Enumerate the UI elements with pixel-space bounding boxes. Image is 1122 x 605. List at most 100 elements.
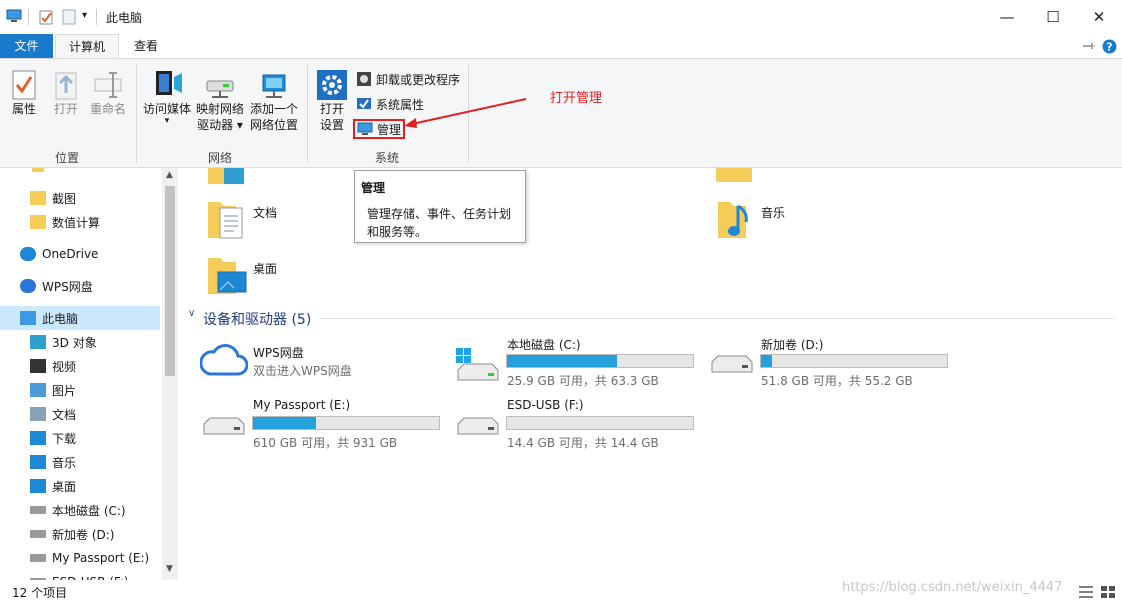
- group-label-network: 网络: [208, 151, 233, 165]
- map-drive-label-1: 映射网络: [195, 102, 244, 116]
- network-location-icon: [262, 74, 286, 98]
- open-label: 打开: [53, 102, 78, 116]
- drive-name: 本地磁盘 (C:): [507, 338, 581, 352]
- drive-icon: [30, 554, 46, 562]
- sidebar-item[interactable]: 下载: [0, 426, 160, 450]
- device-drive-f[interactable]: ESD-USB (F:) 14.4 GB 可用，共 14.4 GB: [454, 398, 704, 450]
- computer-icon: [20, 311, 36, 325]
- sidebar-item[interactable]: 桌面: [0, 474, 160, 498]
- tooltip-line: 和服务等。: [367, 225, 428, 239]
- sidebar-item[interactable]: My Passport (E:): [0, 546, 160, 570]
- scrollbar-thumb[interactable]: [165, 186, 175, 376]
- drive-name: WPS网盘: [253, 346, 304, 360]
- drive-name: My Passport (E:): [253, 398, 351, 412]
- sidebar-item-label: OneDrive: [42, 247, 99, 261]
- drive-usage-fill: [507, 355, 617, 367]
- folder-icon: [32, 168, 44, 172]
- manage-button[interactable]: 管理: [353, 119, 406, 139]
- 3d-objects-icon: [224, 168, 244, 184]
- rename-button[interactable]: 重命名: [88, 69, 128, 117]
- properties-label: 属性: [11, 102, 36, 116]
- tab-view[interactable]: 查看: [122, 34, 170, 58]
- access-media-button[interactable]: 访问媒体 ▾: [142, 67, 192, 126]
- rename-icon: [94, 72, 122, 98]
- properties-check-icon[interactable]: [38, 9, 54, 25]
- pin-ribbon-icon[interactable]: [1082, 41, 1096, 51]
- sidebar-item[interactable]: ESD-USB (F:): [0, 570, 160, 580]
- sidebar-item[interactable]: 视频: [0, 354, 160, 378]
- sidebar-item[interactable]: 文档: [0, 402, 160, 426]
- sidebar-item-label: 3D 对象: [52, 335, 97, 350]
- sidebar-item[interactable]: OneDrive: [0, 242, 160, 266]
- device-drive-d[interactable]: 新加卷 (D:) 51.8 GB 可用，共 55.2 GB: [708, 336, 958, 388]
- network-drive-icon: [206, 80, 234, 98]
- folder-music[interactable]: 音乐: [716, 198, 856, 242]
- folder-desktop[interactable]: 桌面: [206, 254, 346, 298]
- drive-usage-fill: [761, 355, 773, 367]
- map-drive-label-2: 驱动器 ▾: [197, 118, 243, 132]
- folder-label: 桌面: [253, 262, 278, 276]
- sidebar-item-label: 本地磁盘 (C:): [52, 503, 126, 518]
- sidebar-item-label: 音乐: [52, 455, 77, 470]
- properties-button[interactable]: 属性: [6, 69, 42, 117]
- navigation-pane: 截图 数值计算 OneDrive WPS网盘此电脑 3D 对象视频图片 文档下载音乐桌面本…: [0, 168, 162, 580]
- uninstall-icon: [357, 72, 371, 86]
- scroll-down-icon[interactable]: ▼: [166, 564, 173, 574]
- sidebar-item[interactable]: 3D 对象: [0, 330, 160, 354]
- sidebar-item[interactable]: 本地磁盘 (C:): [0, 498, 160, 522]
- folder-label: 音乐: [761, 206, 786, 220]
- device-drive-c[interactable]: 本地磁盘 (C:) 25.9 GB 可用，共 63.3 GB: [454, 336, 694, 388]
- sidebar-item[interactable]: 截图: [0, 186, 160, 210]
- open-settings-label-1: 打开: [319, 102, 344, 116]
- tab-computer[interactable]: 计算机: [55, 34, 119, 58]
- desktop-icon: [208, 258, 247, 294]
- help-icon[interactable]: ?: [1102, 39, 1117, 54]
- manage-label: 管理: [377, 122, 402, 137]
- drive-name: ESD-USB (F:): [507, 398, 584, 412]
- tooltip-title: 管理: [361, 181, 386, 195]
- drive-info: 双击进入WPS网盘: [253, 364, 352, 378]
- device-drive-e[interactable]: My Passport (E:) 610 GB 可用，共 931 GB: [200, 398, 450, 450]
- tab-file[interactable]: 文件: [0, 34, 53, 58]
- sidebar-item-label: 视频: [52, 359, 77, 374]
- music-icon: [30, 455, 46, 469]
- devices-header[interactable]: 设备和驱动器 (5): [203, 309, 311, 329]
- collapse-chevron-icon[interactable]: ∨: [188, 308, 195, 319]
- folder-icon: [30, 191, 46, 205]
- computer-management-icon: [357, 122, 373, 135]
- map-network-drive-button[interactable]: 映射网络 驱动器 ▾: [194, 73, 246, 133]
- minimize-button[interactable]: —: [984, 0, 1030, 34]
- details-view-icon[interactable]: [1078, 585, 1094, 599]
- new-document-icon[interactable]: [62, 9, 76, 25]
- video-icon: [30, 359, 46, 373]
- divider: [28, 9, 29, 25]
- close-button[interactable]: ✕: [1076, 0, 1122, 34]
- quick-access-dropdown-icon[interactable]: ▾: [82, 10, 87, 21]
- add-network-location-button[interactable]: 添加一个 网络位置: [248, 73, 300, 133]
- desktop-icon: [30, 479, 46, 493]
- maximize-button[interactable]: ☐: [1030, 0, 1076, 34]
- sidebar-item[interactable]: 图片: [0, 378, 160, 402]
- download-icon: [30, 431, 46, 445]
- sidebar-item-label: 下载: [52, 431, 77, 446]
- uninstall-programs-button[interactable]: 卸载或更改程序: [356, 69, 460, 89]
- sidebar-item[interactable]: 此电脑: [0, 306, 160, 330]
- device-wps[interactable]: WPS网盘 双击进入WPS网盘: [200, 340, 440, 384]
- sidebar-scrollbar[interactable]: ▲ ▼: [162, 168, 178, 580]
- drive-usage-fill: [253, 417, 317, 429]
- scroll-up-icon[interactable]: ▲: [166, 170, 173, 180]
- folder-documents[interactable]: 文档: [206, 198, 346, 242]
- large-icons-view-icon[interactable]: [1100, 585, 1116, 599]
- sidebar-item-label: 桌面: [52, 479, 77, 494]
- open-button[interactable]: 打开: [48, 69, 84, 117]
- title-bar: ▾ 此电脑 — ☐ ✕: [0, 0, 1122, 34]
- sidebar-item[interactable]: 音乐: [0, 450, 160, 474]
- open-settings-button[interactable]: 打开 设置: [314, 69, 350, 133]
- sidebar-item[interactable]: 数值计算: [0, 210, 160, 234]
- sidebar-item[interactable]: 新加卷 (D:): [0, 522, 160, 546]
- add-location-label-1: 添加一个: [249, 102, 298, 116]
- drive-icon: [30, 506, 46, 514]
- sidebar-item[interactable]: WPS网盘: [0, 274, 160, 298]
- drive-icon: [457, 417, 499, 435]
- chevron-down-icon: ▾: [164, 116, 170, 126]
